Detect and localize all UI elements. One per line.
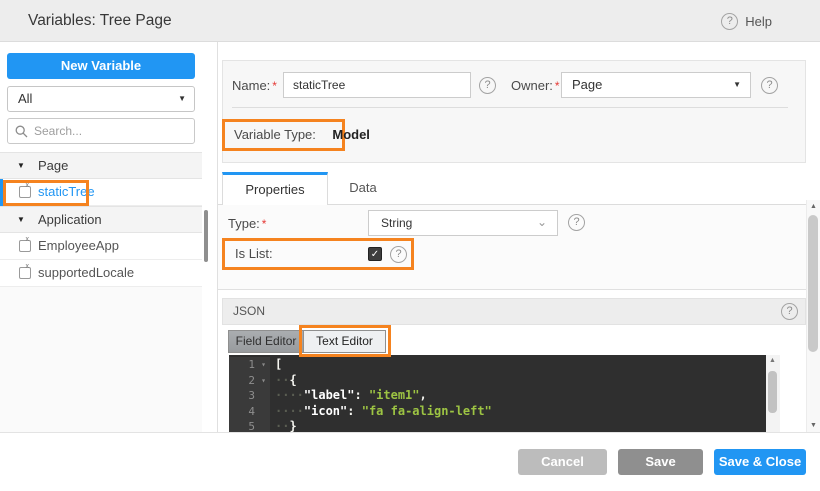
help-button[interactable]: ? Help	[721, 0, 772, 42]
field-editor-button[interactable]: Field Editor	[229, 331, 304, 352]
save-and-close-button[interactable]: Save & Close	[714, 449, 806, 475]
owner-select[interactable]: Page ▼	[561, 72, 751, 98]
fold-icon	[257, 388, 270, 404]
help-label: Help	[745, 13, 772, 29]
panel-scrollbar[interactable]: ▲ ▼	[806, 200, 820, 432]
search-icon	[15, 125, 28, 138]
code-content: 1 ▾[ 2 ▾ ··{ 3 ····"label": "item1", 4 ····"i…	[229, 355, 766, 432]
fold-icon	[257, 419, 270, 432]
line-number: 1	[229, 357, 257, 373]
editor-scrollbar[interactable]: ▲	[766, 355, 780, 432]
variables-tree: ▼ Page x staticTree ▼ Application x Empl…	[0, 152, 202, 287]
fold-icon[interactable]: ▾	[257, 357, 270, 373]
tree-item-statictree[interactable]: x staticTree	[0, 179, 202, 206]
variables-dialog: Variables: Tree Page ? Help New Variable…	[0, 0, 820, 491]
line-number: 2	[229, 372, 257, 388]
scroll-down-icon[interactable]: ▼	[810, 422, 817, 429]
owner-label: Owner: *	[511, 78, 560, 93]
scroll-up-icon[interactable]: ▲	[769, 357, 776, 364]
panel-scrollbar-thumb[interactable]	[808, 215, 818, 352]
required-marker: *	[261, 217, 267, 231]
tree-item-supportedlocale[interactable]: x supportedLocale	[0, 260, 202, 287]
variable-icon: x	[19, 236, 31, 252]
group-label: Application	[38, 212, 102, 227]
type-select[interactable]: String ⌄	[368, 210, 558, 236]
type-label: Type: *	[228, 216, 267, 231]
help-question-icon: ?	[721, 12, 739, 30]
tree-item-label: supportedLocale	[38, 265, 135, 280]
search-box	[7, 118, 195, 144]
owner-help-icon[interactable]: ?	[761, 77, 778, 94]
page-title: Variables: Tree Page	[28, 12, 172, 29]
new-variable-button[interactable]: New Variable	[7, 53, 195, 79]
fold-icon[interactable]: ▾	[257, 372, 270, 388]
tree-item-label: EmployeeApp	[38, 238, 119, 253]
tree-item-employeeapp[interactable]: x EmployeeApp	[0, 233, 202, 260]
json-code-editor[interactable]: 1 ▾[ 2 ▾ ··{ 3 ····"label": "item1", 4 ····"i…	[229, 355, 780, 432]
tab-properties[interactable]: Properties	[222, 172, 328, 205]
tree-group-page[interactable]: ▼ Page	[0, 152, 202, 179]
name-input[interactable]	[283, 72, 471, 98]
tree-group-application[interactable]: ▼ Application	[0, 206, 202, 233]
tab-data[interactable]: Data	[328, 172, 398, 205]
variable-filter-select[interactable]: All ▼	[7, 86, 195, 112]
code-line: 3 ····"label": "item1",	[229, 388, 766, 404]
tree-empty-area	[0, 287, 202, 432]
caret-down-icon: ▼	[733, 80, 741, 89]
group-label: Page	[38, 158, 69, 173]
text-editor-button[interactable]: Text Editor	[303, 331, 385, 352]
line-number: 3	[229, 388, 257, 404]
chevron-down-icon: ⌄	[536, 215, 547, 229]
required-marker: *	[554, 79, 560, 93]
caret-down-icon: ▼	[17, 161, 25, 170]
filter-selected-value: All	[18, 91, 33, 106]
name-help-icon[interactable]: ?	[479, 77, 496, 94]
save-button[interactable]: Save	[618, 449, 703, 475]
search-input[interactable]	[7, 118, 195, 144]
is-list-help-icon[interactable]: ?	[390, 246, 407, 263]
json-help-icon[interactable]: ?	[781, 303, 798, 320]
is-list-checkbox[interactable]: ✓	[368, 247, 382, 261]
type-selected-value: String	[381, 216, 413, 230]
scroll-up-icon[interactable]: ▲	[810, 203, 817, 210]
fold-icon	[257, 403, 270, 419]
required-marker: *	[272, 79, 277, 93]
code-line: 5 ··}	[229, 419, 766, 432]
type-help-icon[interactable]: ?	[568, 214, 585, 231]
caret-down-icon: ▼	[17, 215, 25, 224]
editor-mode-toggle: Field Editor Text Editor	[228, 330, 386, 353]
variables-sidebar: New Variable All ▼ ▼ Page x staticTree	[0, 42, 202, 432]
json-section-title: JSON	[233, 304, 266, 318]
selected-indicator	[0, 179, 3, 206]
name-label: Name: *	[232, 78, 277, 93]
code-line: 2 ▾ ··{	[229, 372, 766, 388]
caret-down-icon: ▼	[178, 94, 186, 103]
dialog-header: Variables: Tree Page ? Help	[0, 0, 820, 42]
line-number: 4	[229, 403, 257, 419]
sidebar-scrollbar-thumb[interactable]	[204, 210, 208, 262]
dialog-footer: Cancel Save Save & Close	[0, 432, 820, 491]
tree-item-label: staticTree	[38, 184, 95, 199]
variable-icon: x	[19, 182, 31, 198]
code-line: 1 ▾[	[229, 357, 766, 373]
owner-selected-value: Page	[572, 77, 603, 92]
code-line: 4 ····"icon": "fa fa-align-left"	[229, 403, 766, 419]
line-number: 5	[229, 419, 257, 432]
variable-icon: x	[19, 263, 31, 279]
form-divider	[232, 107, 788, 108]
cancel-button[interactable]: Cancel	[518, 449, 607, 475]
editor-scrollbar-thumb[interactable]	[768, 371, 777, 413]
json-section-header: JSON ?	[222, 298, 806, 325]
